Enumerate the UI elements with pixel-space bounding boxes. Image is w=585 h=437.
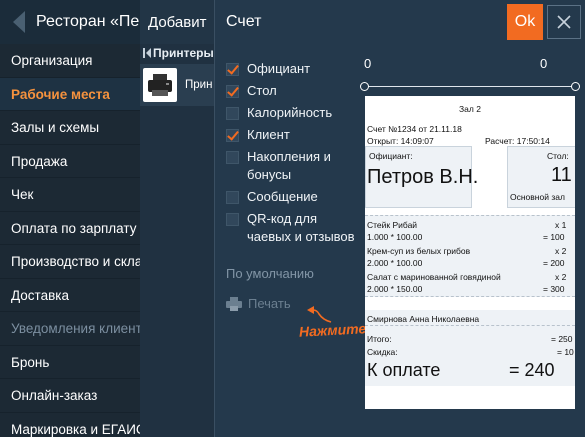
sidebar-item-organization[interactable]: Организация [0, 44, 140, 78]
print-icon [226, 296, 242, 311]
receipt-client: Смирнова Анна Николаевна [367, 314, 480, 324]
receipt-pay-label: К оплате [367, 360, 441, 380]
slider-right-knob[interactable] [571, 82, 580, 91]
sidebar-item-halls[interactable]: Залы и схемы [0, 111, 140, 145]
item-sum: = 100 [543, 232, 565, 242]
back-arrow-icon [13, 11, 25, 33]
sidebar-item-receipt[interactable]: Чек [0, 178, 140, 212]
printers-section-header[interactable]: Принтеры [140, 44, 214, 62]
ok-button[interactable]: Ok [507, 4, 543, 40]
printers-section-label: Принтеры [153, 46, 214, 60]
receipt-preview: Зал 2 Счет №1234 от 21.11.18 Открыт: 14:… [365, 96, 575, 409]
receipt-waiter-name: Петров В.Н. [367, 166, 479, 188]
back-button[interactable] [0, 0, 36, 44]
slider-left-knob[interactable] [360, 82, 369, 91]
option-label: Сообщение [247, 189, 318, 204]
option-waiter[interactable]: Официант [226, 60, 356, 78]
receipt-pay-value: = 240 [509, 360, 555, 380]
receipt-hall: Зал 2 [459, 104, 481, 114]
sidebar-item-marking[interactable]: Маркировка и ЕГАИС [0, 413, 140, 437]
dialog-header: Счет Ok [215, 0, 585, 44]
receipt-table-number: 11 [551, 164, 572, 186]
sidebar-header: Ресторан «Пе [0, 0, 140, 44]
sidebar-menu: Организация Рабочие места Залы и схемы П… [0, 44, 140, 437]
dialog-title: Счет [226, 13, 262, 30]
sidebar-item-booking[interactable]: Бронь [0, 346, 140, 379]
receipt-calc-time: Расчет: 17:50:14 [485, 136, 550, 146]
receipt-discount-label: Скидка: [367, 347, 398, 357]
printer-name: Прин [185, 79, 213, 91]
sidebar-item-production[interactable]: Производство и склад [0, 245, 140, 279]
item-sum: = 300 [543, 284, 565, 294]
option-qr-code[interactable]: QR-код для чаевых и отзывов [226, 210, 356, 246]
option-label: Официант [247, 61, 311, 76]
receipt-settings-dialog: Счет Ok Официант Стол Калорийность Клиен… [214, 0, 585, 437]
option-client[interactable]: Клиент [226, 126, 356, 144]
receipt-total-value: = 250 [551, 334, 573, 344]
receipt-bill-line: Счет №1234 от 21.11.18 [367, 124, 462, 134]
receipt-opened: Открыт: 14:09:07 [367, 136, 434, 146]
item-name: Крем-суп из белых грибов [367, 246, 471, 256]
slider-left-value: 0 [364, 56, 372, 71]
receipt-options-list: Официант Стол Калорийность Клиент Накопл… [226, 60, 356, 250]
print-button[interactable]: Печать [226, 296, 291, 311]
option-label: Калорийность [247, 105, 333, 120]
table-checkbox[interactable] [226, 85, 239, 98]
option-label: Стол [247, 83, 277, 98]
message-checkbox[interactable] [226, 191, 239, 204]
add-panel-title: Добавит [140, 0, 214, 44]
item-name: Салат с маринованной говядиной [367, 272, 501, 282]
slider-right-value: 0 [540, 56, 548, 71]
option-label: Накопления и бонусы [247, 149, 331, 182]
settings-sidebar: Ресторан «Пе Организация Рабочие места З… [0, 0, 140, 437]
add-workplace-panel: Добавит Принтеры Прин [140, 0, 214, 437]
option-calories[interactable]: Калорийность [226, 104, 356, 122]
calories-checkbox[interactable] [226, 107, 239, 120]
close-icon [557, 15, 571, 29]
sidebar-item-workplaces[interactable]: Рабочие места [0, 77, 140, 111]
sidebar-item-sales[interactable]: Продажа [0, 145, 140, 178]
sidebar-item-online-order[interactable]: Онлайн-заказ [0, 379, 140, 413]
receipt-main-zone: Основной зал [510, 192, 565, 202]
qr-code-checkbox[interactable] [226, 213, 239, 226]
sidebar-item-notifications[interactable]: Уведомления клиенто [0, 312, 140, 346]
item-qty: x 2 [555, 246, 567, 256]
option-label: QR-код для чаевых и отзывов [247, 211, 355, 244]
option-table[interactable]: Стол [226, 82, 356, 100]
item-qty: x 1 [555, 220, 567, 230]
print-label: Печать [248, 296, 291, 311]
collapse-icon [143, 48, 151, 58]
item-calc: 2.000 * 100.00 [367, 258, 423, 268]
item-calc: 1.000 * 100.00 [367, 232, 423, 242]
defaults-button[interactable]: По умолчанию [226, 266, 314, 281]
close-button[interactable] [547, 5, 581, 39]
option-label: Клиент [247, 127, 290, 142]
item-calc: 2.000 * 150.00 [367, 284, 423, 294]
item-sum: = 200 [543, 258, 565, 268]
receipt-table-label: Стол: [547, 151, 569, 161]
waiter-checkbox[interactable] [226, 63, 239, 76]
item-qty: x 2 [555, 272, 567, 282]
margin-slider-track[interactable] [364, 86, 575, 87]
bonuses-checkbox[interactable] [226, 151, 239, 164]
client-checkbox[interactable] [226, 129, 239, 142]
receipt-total-label: Итого: [367, 334, 392, 344]
organization-title: Ресторан «Пе [36, 13, 140, 30]
option-bonuses[interactable]: Накопления и бонусы [226, 148, 356, 184]
sidebar-item-salary-payment[interactable]: Оплата по зарплату [0, 212, 140, 245]
receipt-discount-value: = 10 [557, 347, 574, 357]
sidebar-item-delivery[interactable]: Доставка [0, 279, 140, 312]
item-name: Стейк Рибай [367, 220, 418, 230]
printer-icon [143, 68, 177, 102]
printer-list-item[interactable]: Прин [140, 64, 214, 106]
hint-text: Нажмите [298, 320, 367, 340]
receipt-waiter-label: Официант: [369, 151, 413, 161]
option-message[interactable]: Сообщение [226, 188, 356, 206]
